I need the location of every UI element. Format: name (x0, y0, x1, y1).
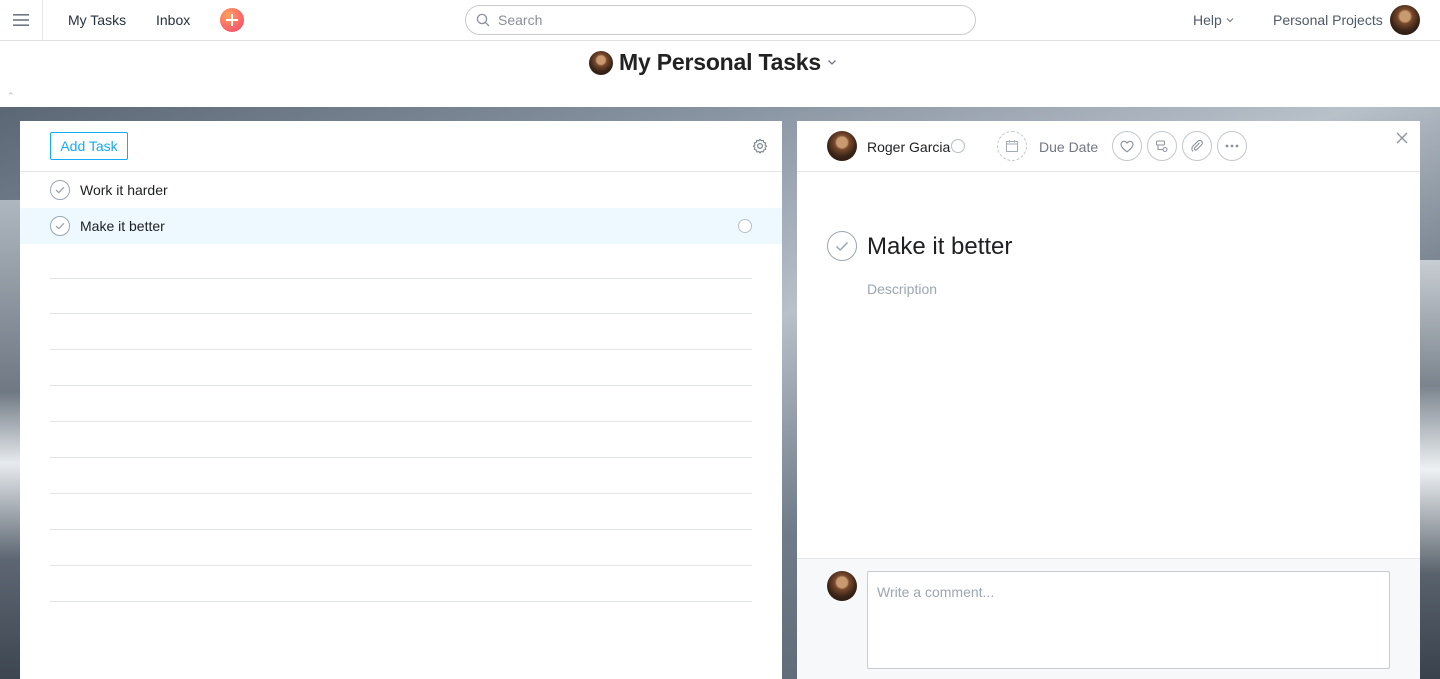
remove-assignee-icon[interactable] (951, 139, 965, 153)
complete-task-checkbox[interactable] (50, 216, 70, 236)
task-name: Make it better (80, 218, 165, 234)
attach-button[interactable] (1182, 131, 1212, 161)
task-row[interactable]: Work it harder (20, 172, 782, 208)
hamburger-menu-icon[interactable] (0, 0, 43, 40)
complete-task-checkbox[interactable] (827, 231, 857, 261)
chevron-down-icon (828, 60, 836, 65)
gear-icon[interactable] (752, 138, 768, 154)
user-avatar[interactable] (1390, 5, 1420, 35)
page-header: My Personal Tasks ⌃ (0, 41, 1440, 107)
task-list-pane: Add Task Work it harder Make it better (20, 121, 782, 679)
task-row-selected[interactable]: Make it better (20, 208, 782, 244)
help-menu[interactable]: Help (1193, 12, 1234, 28)
comment-input[interactable] (867, 571, 1390, 669)
empty-task-line (50, 313, 752, 314)
description-field[interactable]: Description (867, 281, 937, 297)
project-avatar (589, 50, 613, 75)
nav-my-tasks[interactable]: My Tasks (68, 12, 126, 28)
empty-task-line (50, 457, 752, 458)
task-name: Work it harder (80, 182, 168, 198)
top-bar: My Tasks Inbox Help Personal Projects (0, 0, 1440, 41)
checkmark-icon (835, 241, 849, 251)
add-task-button[interactable]: Add Task (50, 132, 128, 160)
page-title: My Personal Tasks (619, 49, 821, 75)
task-list-toolbar: Add Task (20, 121, 782, 172)
empty-task-line (50, 349, 752, 350)
quick-add-button[interactable] (220, 8, 244, 32)
calendar-icon[interactable] (997, 131, 1027, 161)
assignee-placeholder-icon[interactable] (738, 219, 752, 233)
subtask-icon (1156, 140, 1168, 152)
empty-task-line (50, 278, 752, 279)
commenter-avatar (827, 571, 857, 601)
plus-icon (226, 14, 238, 26)
subtasks-button[interactable] (1147, 131, 1177, 161)
empty-task-line (50, 529, 752, 530)
search-icon (476, 13, 490, 27)
organization-switcher[interactable]: Personal Projects (1273, 12, 1383, 28)
task-detail-toolbar: Roger Garcia Due Date (797, 121, 1420, 172)
assignee-avatar[interactable] (827, 131, 857, 161)
empty-task-line (50, 601, 752, 602)
empty-task-line (50, 565, 752, 566)
task-detail-pane: Roger Garcia Due Date Make it better Des… (797, 121, 1420, 679)
comment-section (797, 558, 1420, 679)
empty-task-line (50, 421, 752, 422)
search-bar[interactable] (465, 5, 976, 35)
due-date-label[interactable]: Due Date (1039, 139, 1098, 155)
chevron-down-icon (1226, 18, 1234, 23)
ellipsis-icon (1225, 144, 1239, 148)
search-input[interactable] (498, 12, 938, 28)
empty-task-line (50, 385, 752, 386)
nav-inbox[interactable]: Inbox (156, 12, 190, 28)
complete-task-checkbox[interactable] (50, 180, 70, 200)
checkmark-icon (55, 222, 65, 230)
more-actions-button[interactable] (1217, 131, 1247, 161)
like-button[interactable] (1112, 131, 1142, 161)
checkmark-icon (55, 186, 65, 194)
background-mountain-right (1420, 260, 1440, 679)
collapse-header-icon[interactable]: ⌃ (7, 91, 15, 102)
paperclip-icon (1191, 139, 1203, 152)
project-title-dropdown[interactable]: My Personal Tasks (589, 49, 837, 76)
assignee-name[interactable]: Roger Garcia (867, 139, 950, 155)
background-mountain-left (0, 200, 20, 679)
help-label: Help (1193, 12, 1222, 28)
task-title[interactable]: Make it better (867, 233, 1012, 261)
empty-task-line (50, 493, 752, 494)
close-icon[interactable] (1395, 131, 1409, 145)
heart-icon (1120, 140, 1134, 152)
